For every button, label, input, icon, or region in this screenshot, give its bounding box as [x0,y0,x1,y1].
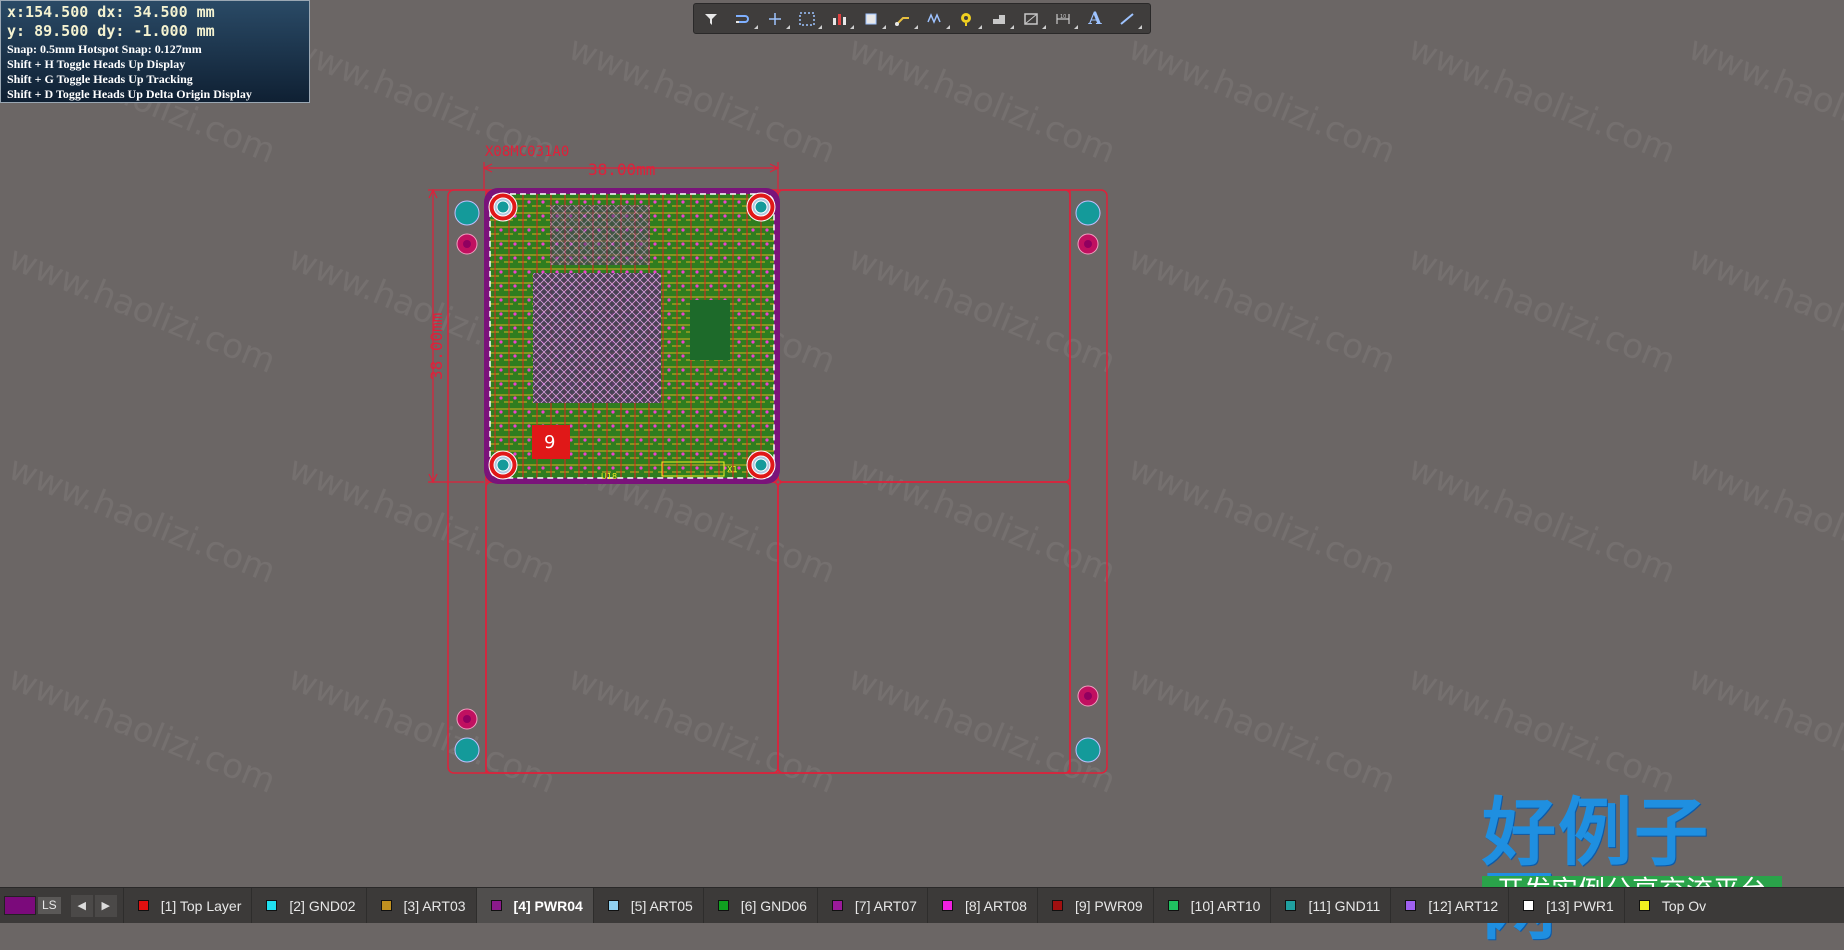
svg-text:10: 10 [1060,14,1066,20]
layer-tab[interactable]: [2] GND02 [251,888,365,923]
polygon-icon[interactable] [986,7,1014,31]
heads-up-display: x:154.500 dx: 34.500 mm y: 89.500 dy: -1… [0,0,310,103]
layer-tab[interactable]: Top Ov [1623,888,1716,923]
layer-tab-list: [1] Top Layer [2] GND02 [3] ART03 [4] PWR04… [122,888,1716,923]
layer-tab-label: [10] ART10 [1190,897,1261,914]
width-dimension-label: 38.00mm [588,160,655,179]
layer-tab-label: [11] GND11 [1308,897,1381,914]
x1-label: X1 [727,465,738,474]
active-bar-toolbar: 10 A [693,3,1151,34]
text-icon[interactable]: A [1082,7,1108,31]
pcb-canvas[interactable]: X08MC031A0 38.00mm 38.00mm 9 U18 X1 [0,0,1844,923]
current-layer-swatch[interactable] [4,896,36,915]
tune-length-icon[interactable] [922,7,950,31]
layer-tab-label: [8] ART08 [964,897,1027,914]
layer-tab[interactable]: [6] GND06 [702,888,817,923]
plus-icon[interactable] [762,7,790,31]
via-icon[interactable] [954,7,982,31]
layer-tab-label: [2] GND02 [289,897,356,914]
layer-tab[interactable]: [4] PWR04 [475,888,593,923]
board-designator: X08MC031A0 [485,144,569,160]
layer-color-swatch [1405,900,1417,911]
layer-tab[interactable]: [3] ART03 [365,888,476,923]
select-rect-icon[interactable] [794,7,822,31]
route-icon[interactable] [730,7,758,31]
layer-color-swatch [266,900,278,911]
hud-snap-info: Snap: 0.5mm Hotspot Snap: 0.127mm [7,42,202,56]
scroll-left-button[interactable]: ◀ [70,894,93,917]
layer-tab[interactable]: [8] ART08 [926,888,1037,923]
layer-tab[interactable]: [9] PWR09 [1036,888,1153,923]
layer-tab[interactable]: [11] GND11 [1270,888,1390,923]
layer-tab[interactable]: [12] ART12 [1390,888,1508,923]
layer-color-swatch [1285,900,1297,911]
layer-tab-label: [6] GND06 [740,897,807,914]
layer-tab-label: [7] ART07 [854,897,917,914]
layer-color-swatch [717,900,729,911]
chip-label: 9 [544,432,555,453]
layer-color-swatch [380,900,392,911]
layer-tab[interactable]: [5] ART05 [592,888,703,923]
hud-x-coordinate: x:154.500 dx: 34.500 mm [7,3,215,21]
layer-color-swatch [1638,900,1650,911]
layer-tab-label: [3] ART03 [403,897,466,914]
layer-color-swatch [490,900,502,911]
filter-icon[interactable] [698,7,724,31]
layer-tab[interactable]: [13] PWR1 [1508,888,1624,923]
layer-tab-label: [9] PWR09 [1074,897,1143,914]
layer-tab[interactable]: [10] ART10 [1152,888,1271,923]
layer-tab-label: [1] Top Layer [160,897,242,914]
u18-label: U18 [601,472,617,481]
layer-tab-label: Top Ov [1661,897,1707,914]
layer-tab-label: [13] PWR1 [1546,897,1614,914]
line-icon[interactable] [1114,7,1142,31]
height-dimension-label: 38.00mm [427,313,446,380]
layer-color-swatch [1051,900,1063,911]
layer-color-swatch [137,900,149,911]
layer-color-swatch [607,900,619,911]
region-icon[interactable] [1018,7,1046,31]
layer-tab-label: [12] ART12 [1428,897,1499,914]
scroll-right-button[interactable]: ▶ [94,894,117,917]
layer-tab-label: [4] PWR04 [513,897,583,914]
hud-shortcut-d: Shift + D Toggle Heads Up Delta Origin D… [7,87,252,101]
layer-set-button[interactable]: LS [38,897,61,914]
hud-y-coordinate: y: 89.500 dy: -1.000 mm [7,22,215,40]
layer-color-swatch [831,900,843,911]
layer-tab-label: [5] ART05 [630,897,693,914]
layer-tab[interactable]: [1] Top Layer [122,888,252,923]
component-icon[interactable] [858,7,886,31]
hud-shortcut-g: Shift + G Toggle Heads Up Tracking [7,72,193,86]
bar-chart-icon[interactable] [826,7,854,31]
dimension-icon[interactable]: 10 [1050,7,1078,31]
pcb-board[interactable]: 9 U18 X1 [484,188,780,484]
layer-color-swatch [941,900,953,911]
interactive-route-icon[interactable] [890,7,918,31]
layer-tabs-bar: LS ◀ ▶ [1] Top Layer [2] GND02 [3] ART03 [4… [0,887,1844,923]
layer-color-swatch [1167,900,1179,911]
layer-color-swatch [1523,900,1535,911]
hud-shortcut-h: Shift + H Toggle Heads Up Display [7,57,186,71]
layer-tab[interactable]: [7] ART07 [816,888,927,923]
